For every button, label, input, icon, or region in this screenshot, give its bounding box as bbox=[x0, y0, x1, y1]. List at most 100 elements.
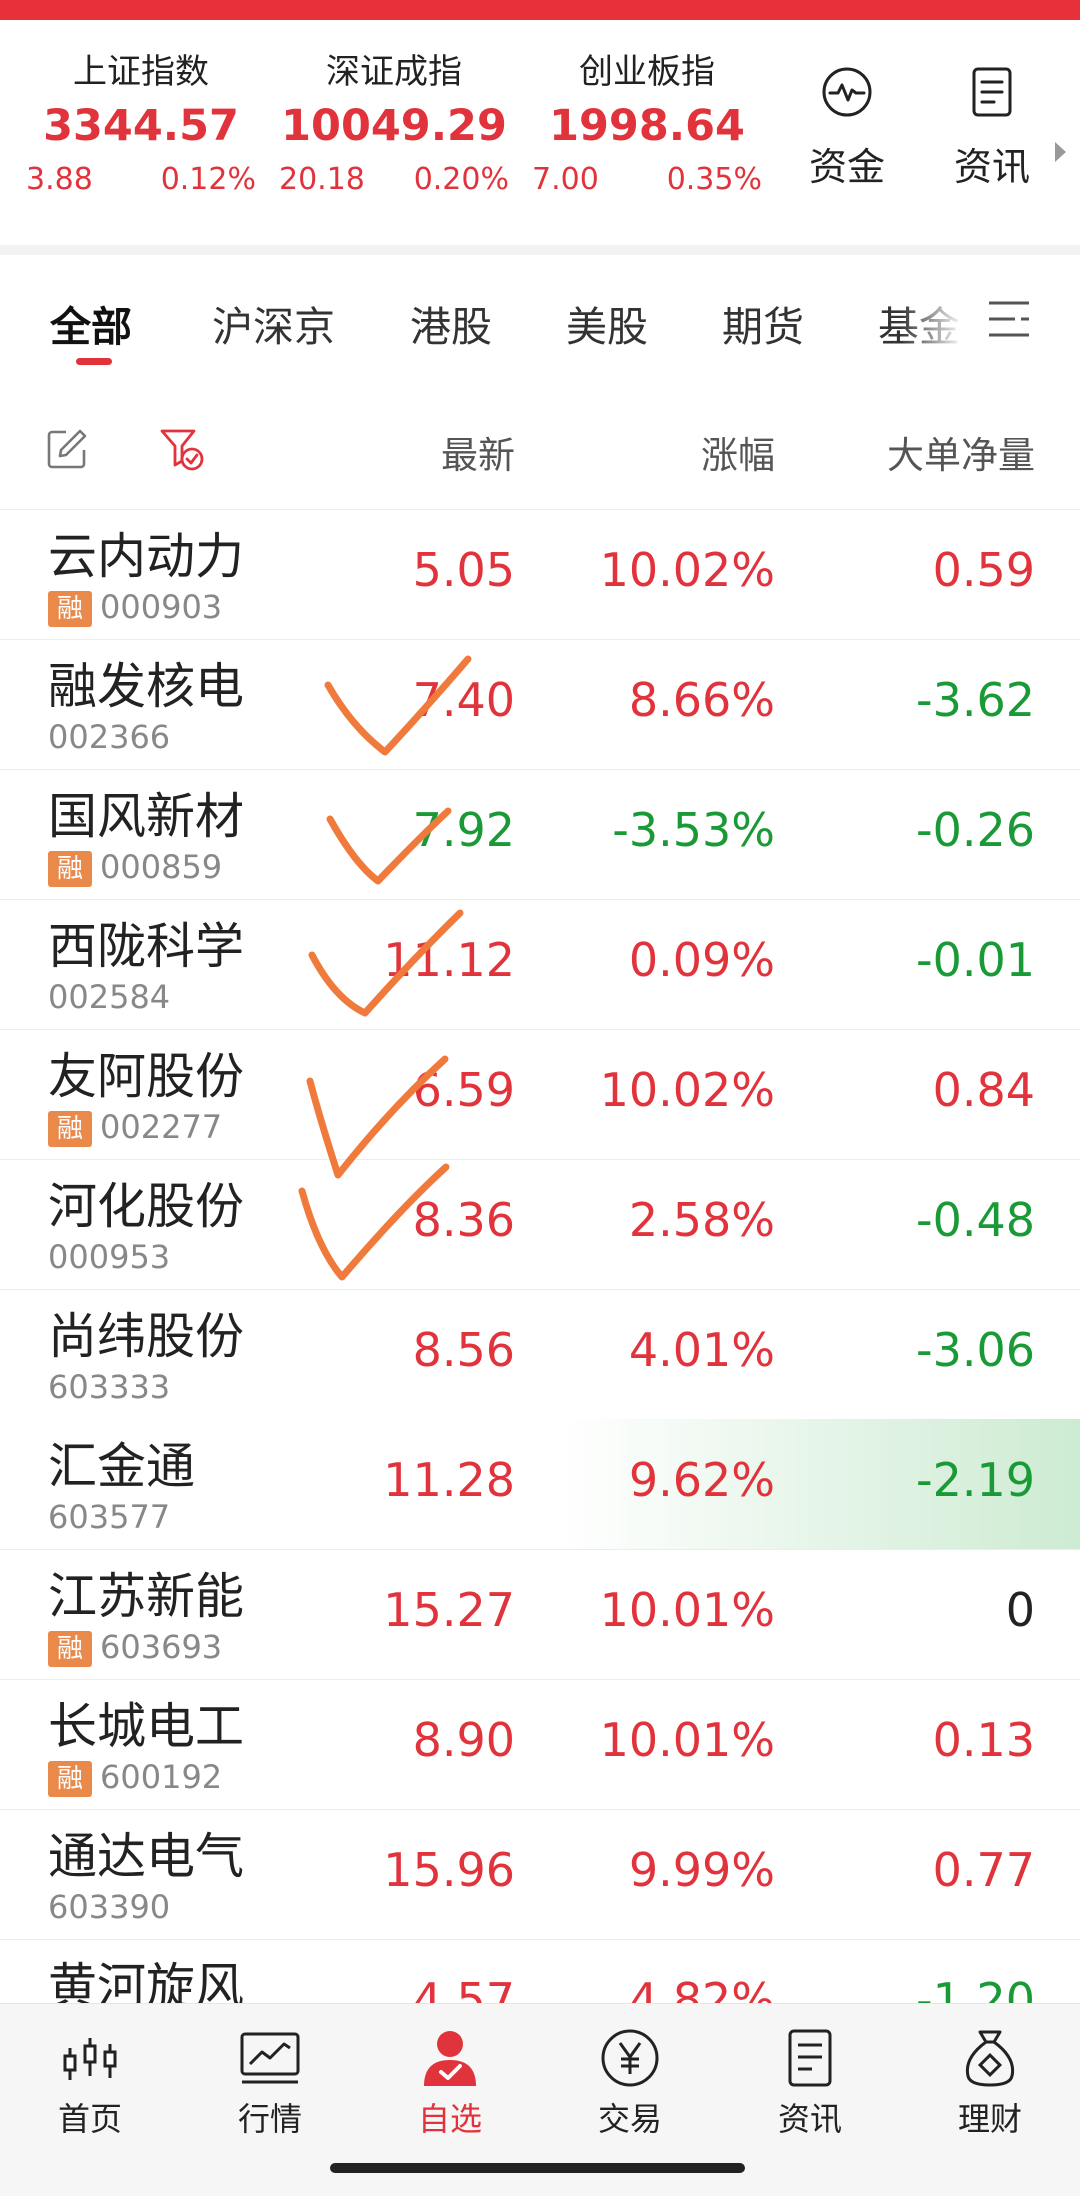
index-name: 上证指数 bbox=[73, 52, 209, 92]
nav-trade[interactable]: 交易 bbox=[560, 2028, 700, 2140]
chevron-right-icon[interactable] bbox=[1055, 142, 1066, 162]
stock-price: 11.28 bbox=[383, 1453, 515, 1507]
stock-price: 6.59 bbox=[412, 1063, 515, 1117]
stock-price: 7.40 bbox=[412, 673, 515, 727]
index-value: 1998.64 bbox=[549, 101, 745, 151]
stock-name: 友阿股份 bbox=[48, 1048, 245, 1105]
stock-code: 600192 bbox=[100, 1758, 223, 1796]
nav-label: 自选 bbox=[417, 2100, 482, 2138]
news-button[interactable]: 资讯 bbox=[937, 66, 1047, 191]
stock-name: 长城电工 bbox=[48, 1698, 245, 1755]
stock-price: 11.12 bbox=[383, 933, 515, 987]
margin-badge: 融 bbox=[48, 1761, 92, 1797]
stock-code: 603693 bbox=[100, 1628, 223, 1666]
nav-wealth[interactable]: 理财 bbox=[920, 2028, 1060, 2140]
nav-label: 资讯 bbox=[777, 2100, 842, 2138]
stock-code-line: 603333 bbox=[48, 1367, 170, 1407]
stock-name: 河化股份 bbox=[48, 1178, 245, 1235]
home-indicator[interactable] bbox=[330, 2163, 745, 2173]
funds-label: 资金 bbox=[808, 145, 885, 189]
index-change: 7.00 bbox=[532, 162, 599, 197]
stock-code: 000859 bbox=[100, 848, 223, 886]
stock-code-line: 融 000903 bbox=[48, 587, 222, 627]
news-icon bbox=[788, 2029, 832, 2087]
index-pct: 0.12% bbox=[160, 162, 256, 197]
filter-check-icon[interactable] bbox=[158, 425, 206, 473]
index-sz[interactable]: 深证成指 10049.29 20.18 0.20% bbox=[279, 50, 509, 202]
stock-code-line: 002584 bbox=[48, 977, 170, 1017]
edit-icon[interactable] bbox=[46, 428, 88, 470]
market-tabs: 全部 沪深京 港股 美股 期货 基金 bbox=[0, 255, 1080, 386]
stock-row[interactable]: 西陇科学 002584 11.12 0.09% -0.01 bbox=[0, 899, 1080, 1030]
stock-name: 通达电气 bbox=[48, 1828, 245, 1885]
index-value: 3344.57 bbox=[43, 101, 239, 151]
tab-fade bbox=[900, 255, 985, 385]
stock-change: 4.82% bbox=[628, 1973, 775, 2003]
stock-row[interactable]: 汇金通 603577 11.28 9.62% -2.19 bbox=[0, 1419, 1080, 1550]
col-net-header[interactable]: 大单净量 bbox=[887, 425, 1035, 479]
stock-name: 云内动力 bbox=[48, 528, 245, 585]
stock-row[interactable]: 长城电工融 600192 8.90 10.01% 0.13 bbox=[0, 1679, 1080, 1810]
stock-code: 002277 bbox=[100, 1108, 223, 1146]
tab-hs-jing[interactable]: 沪深京 bbox=[212, 293, 335, 353]
stock-list: 云内动力融 000903 5.05 10.02% 0.59 融发核电 002366 7.40 8… bbox=[0, 509, 1080, 2003]
tab-futures[interactable]: 期货 bbox=[722, 293, 804, 353]
stock-code: 000953 bbox=[48, 1238, 171, 1276]
stock-row[interactable]: 云内动力融 000903 5.05 10.02% 0.59 bbox=[0, 509, 1080, 640]
active-tab-indicator bbox=[76, 358, 112, 365]
index-change-row: 20.18 0.20% bbox=[279, 158, 509, 202]
index-name: 创业板指 bbox=[579, 52, 715, 92]
stock-row[interactable]: 黄河旋风 4.57 4.82% -1.20 bbox=[0, 1939, 1080, 2003]
column-header: 最新 涨幅 大单净量 bbox=[0, 385, 1080, 510]
stock-row[interactable]: 通达电气 603390 15.96 9.99% 0.77 bbox=[0, 1809, 1080, 1940]
stock-row[interactable]: 河化股份 000953 8.36 2.58% -0.48 bbox=[0, 1159, 1080, 1290]
home-candles-icon bbox=[63, 2038, 117, 2080]
stock-row[interactable]: 国风新材融 000859 7.92 -3.53% -0.26 bbox=[0, 769, 1080, 900]
money-bag-icon bbox=[965, 2030, 1015, 2087]
tab-us[interactable]: 美股 bbox=[566, 293, 648, 353]
stock-name: 融发核电 bbox=[48, 658, 245, 715]
index-name: 深证成指 bbox=[326, 52, 462, 92]
stock-name: 国风新材 bbox=[48, 788, 245, 845]
stock-change: 8.66% bbox=[628, 673, 775, 727]
tab-all[interactable]: 全部 bbox=[50, 293, 132, 353]
index-change: 3.88 bbox=[26, 162, 93, 197]
stock-net-volume: 0.84 bbox=[932, 1063, 1035, 1117]
stock-name: 尚纬股份 bbox=[48, 1308, 245, 1365]
funds-button[interactable]: 资金 bbox=[792, 66, 902, 191]
stock-change: 0.09% bbox=[628, 933, 775, 987]
tab-hk[interactable]: 港股 bbox=[410, 293, 492, 353]
stock-code: 603390 bbox=[48, 1888, 171, 1926]
nav-label: 首页 bbox=[57, 2100, 122, 2138]
nav-market[interactable]: 行情 bbox=[200, 2028, 340, 2140]
stock-row[interactable]: 融发核电 002366 7.40 8.66% -3.62 bbox=[0, 639, 1080, 770]
nav-home[interactable]: 首页 bbox=[20, 2028, 160, 2140]
index-cyb[interactable]: 创业板指 1998.64 7.00 0.35% bbox=[532, 50, 762, 202]
news-label: 资讯 bbox=[953, 145, 1030, 189]
pulse-icon bbox=[822, 67, 872, 117]
stock-price: 4.57 bbox=[412, 1973, 515, 2003]
index-change-row: 3.88 0.12% bbox=[26, 158, 256, 202]
stock-net-volume: -1.20 bbox=[915, 1973, 1035, 2003]
nav-watchlist[interactable]: 自选 bbox=[380, 2028, 520, 2140]
menu-icon[interactable] bbox=[985, 295, 1033, 343]
stock-change: 10.01% bbox=[599, 1713, 775, 1767]
stock-row[interactable]: 友阿股份融 002277 6.59 10.02% 0.84 bbox=[0, 1029, 1080, 1160]
stock-name: 黄河旋风 bbox=[48, 1958, 245, 2003]
col-price-header[interactable]: 最新 bbox=[441, 425, 515, 479]
stock-net-volume: 0.13 bbox=[932, 1713, 1035, 1767]
stock-row[interactable]: 江苏新能融 603693 15.27 10.01% 0 bbox=[0, 1549, 1080, 1680]
margin-badge: 融 bbox=[48, 591, 92, 627]
stock-row[interactable]: 尚纬股份 603333 8.56 4.01% -3.06 bbox=[0, 1289, 1080, 1420]
margin-badge: 融 bbox=[48, 851, 92, 887]
nav-news[interactable]: 资讯 bbox=[740, 2028, 880, 2140]
stock-price: 8.36 bbox=[412, 1193, 515, 1247]
index-change-row: 7.00 0.35% bbox=[532, 158, 762, 202]
margin-badge: 融 bbox=[48, 1631, 92, 1667]
col-change-header[interactable]: 涨幅 bbox=[701, 425, 775, 479]
stock-net-volume: -3.06 bbox=[915, 1323, 1035, 1377]
index-sh[interactable]: 上证指数 3344.57 3.88 0.12% bbox=[26, 50, 256, 202]
stock-code-line: 融 603693 bbox=[48, 1627, 222, 1667]
stock-change: 10.02% bbox=[599, 543, 775, 597]
stock-change: 10.02% bbox=[599, 1063, 775, 1117]
